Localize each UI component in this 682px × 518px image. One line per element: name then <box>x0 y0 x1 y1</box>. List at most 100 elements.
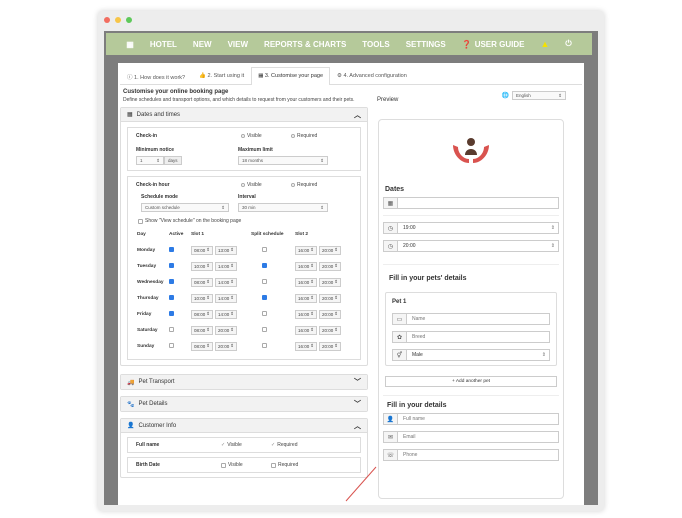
nav-view[interactable]: VIEW <box>228 40 248 49</box>
time-select[interactable]: 20:00 ⇕ <box>215 341 237 351</box>
pet-transport-panel[interactable]: 🚚 Pet Transport ﹀ <box>120 374 368 390</box>
time-select[interactable]: 13:00 ⇕ <box>215 245 237 255</box>
grid-icon[interactable]: ▦ <box>126 40 134 49</box>
hour-required-option[interactable]: Required <box>291 182 317 188</box>
show-schedule-option[interactable]: Show "View schedule" on the booking page <box>136 218 352 224</box>
checkbox[interactable] <box>221 462 226 468</box>
radio[interactable] <box>241 183 245 187</box>
time-select[interactable]: 14:00 ⇕ <box>215 261 237 271</box>
checkin-required-option[interactable]: Required <box>291 133 317 139</box>
time-select[interactable]: 20:00 ⇕ <box>319 325 341 335</box>
active-checkbox[interactable] <box>169 294 174 300</box>
time-select[interactable]: 16:00 ⇕ <box>295 341 317 351</box>
chevron-down-icon[interactable]: ﹀ <box>354 399 361 409</box>
nav-hotel[interactable]: HOTEL <box>150 40 177 49</box>
chevron-up-icon[interactable]: ︿ <box>354 421 361 431</box>
nav-tools[interactable]: TOOLS <box>362 40 389 49</box>
time-select[interactable]: 20:00 ⇕ <box>319 277 341 287</box>
pet-details-panel[interactable]: 🐾 Pet Details ﹀ <box>120 396 368 412</box>
minimize-dot[interactable] <box>115 17 121 23</box>
time-select[interactable]: 16:00 ⇕ <box>295 309 317 319</box>
chevron-down-icon[interactable]: ﹀ <box>354 377 361 387</box>
time-select[interactable]: 08:00 ⇕ <box>191 309 213 319</box>
time-select[interactable]: 16:00 ⇕ <box>295 277 317 287</box>
time-select[interactable]: 14:00 ⇕ <box>215 277 237 287</box>
add-pet-button[interactable]: + Add another pet <box>385 376 557 387</box>
time-select[interactable]: 20:00 ⇕ <box>319 309 341 319</box>
nav-settings[interactable]: SETTINGS <box>406 40 446 49</box>
tab-start-using[interactable]: 👍 2. Start using it <box>192 67 251 84</box>
checkin-visible-option[interactable]: Visible <box>241 133 291 139</box>
time-select[interactable]: 08:00 ⇕ <box>191 277 213 287</box>
split-checkbox[interactable] <box>262 262 267 268</box>
time-select[interactable]: 08:00 ⇕ <box>191 325 213 335</box>
pet-breed-input[interactable]: ✿ Breed <box>392 331 550 343</box>
birth-required-option[interactable]: Required <box>271 462 298 468</box>
time-select[interactable]: 16:00 ⇕ <box>295 261 317 271</box>
warning-icon[interactable]: ▲ <box>540 39 549 49</box>
time-select[interactable]: 10:00 ⇕ <box>191 261 213 271</box>
hour-visible-option[interactable]: Visible <box>241 182 291 188</box>
active-checkbox[interactable] <box>169 342 174 348</box>
chevron-up-icon[interactable]: ︿ <box>354 110 361 120</box>
nav-user-guide[interactable]: ❓ USER GUIDE <box>462 40 525 49</box>
time-select[interactable]: 20:00 ⇕ <box>319 293 341 303</box>
fullname-input[interactable]: 👤 Full name <box>383 413 559 425</box>
phone-input[interactable]: ☏ Phone <box>383 449 559 461</box>
time-select[interactable]: 20:00 ⇕ <box>319 261 341 271</box>
active-checkbox[interactable] <box>169 246 174 252</box>
customer-panel-header[interactable]: 👤 Customer Info ︿ <box>121 419 367 433</box>
birth-visible-option[interactable]: Visible <box>221 462 271 468</box>
language-selector[interactable]: 🌐 English ⇕ <box>502 91 566 100</box>
time-select[interactable]: 08:00 ⇕ <box>191 245 213 255</box>
fullname-required-option[interactable]: ✓ Required <box>271 442 298 448</box>
time-select[interactable]: 20:00 ⇕ <box>215 325 237 335</box>
split-checkbox[interactable] <box>262 310 267 316</box>
nav-reports[interactable]: REPORTS & CHARTS <box>264 40 346 49</box>
active-checkbox[interactable] <box>169 310 174 316</box>
time-select[interactable]: 16:00 ⇕ <box>295 245 317 255</box>
tab-customise[interactable]: ▦ 3. Customise your page <box>251 67 331 85</box>
tab-advanced[interactable]: ⚙ 4. Advanced configuration <box>330 67 414 84</box>
split-checkbox[interactable] <box>262 294 267 300</box>
split-checkbox[interactable] <box>262 326 267 332</box>
close-dot[interactable] <box>104 17 110 23</box>
tab-how-it-works[interactable]: ⓘ 1. How does it work? <box>120 67 192 84</box>
power-icon[interactable]: ⏻ <box>565 39 571 49</box>
time-select[interactable]: 20:00 ⇕ <box>319 245 341 255</box>
active-checkbox[interactable] <box>169 262 174 268</box>
checkbox[interactable] <box>138 218 143 224</box>
interval-select[interactable]: 30 min ⇕ <box>238 203 328 212</box>
stepper-icon[interactable]: ⇕ <box>156 158 160 164</box>
time-select-1[interactable]: ◷ 19:00 ⇕ <box>383 222 559 234</box>
time-select[interactable]: 20:00 ⇕ <box>319 341 341 351</box>
date-input[interactable]: ▦ <box>383 197 559 209</box>
active-checkbox[interactable] <box>169 278 174 284</box>
radio[interactable] <box>241 134 245 138</box>
pet-sex-select[interactable]: ⚥ Male ⇕ <box>392 349 550 361</box>
split-checkbox[interactable] <box>262 246 267 252</box>
max-limit-select[interactable]: 18 months ⇕ <box>238 156 328 165</box>
time-select-2[interactable]: ◷ 20:00 ⇕ <box>383 240 559 252</box>
maximize-dot[interactable] <box>126 17 132 23</box>
active-checkbox[interactable] <box>169 326 174 332</box>
checkbox[interactable] <box>271 462 276 468</box>
language-select[interactable]: English ⇕ <box>512 91 566 100</box>
time-select[interactable]: 10:00 ⇕ <box>191 293 213 303</box>
split-checkbox[interactable] <box>262 278 267 284</box>
time-select[interactable]: 16:00 ⇕ <box>295 325 317 335</box>
fullname-visible-option[interactable]: ✓ Visible <box>221 442 271 448</box>
min-notice-input[interactable]: 1 ⇕ <box>136 156 164 165</box>
radio[interactable] <box>291 183 295 187</box>
nav-new[interactable]: NEW <box>193 40 212 49</box>
schedule-mode-select[interactable]: Custom schedule ⇕ <box>141 203 229 212</box>
time-select[interactable]: 14:00 ⇕ <box>215 293 237 303</box>
time-select[interactable]: 16:00 ⇕ <box>295 293 317 303</box>
dates-panel-header[interactable]: ▦ Dates and times ︿ <box>121 108 367 122</box>
email-input[interactable]: ✉ Email <box>383 431 559 443</box>
pet-name-input[interactable]: ▭ Name <box>392 313 550 325</box>
time-select[interactable]: 08:00 ⇕ <box>191 341 213 351</box>
time-select[interactable]: 14:00 ⇕ <box>215 309 237 319</box>
split-checkbox[interactable] <box>262 342 267 348</box>
radio[interactable] <box>291 134 295 138</box>
